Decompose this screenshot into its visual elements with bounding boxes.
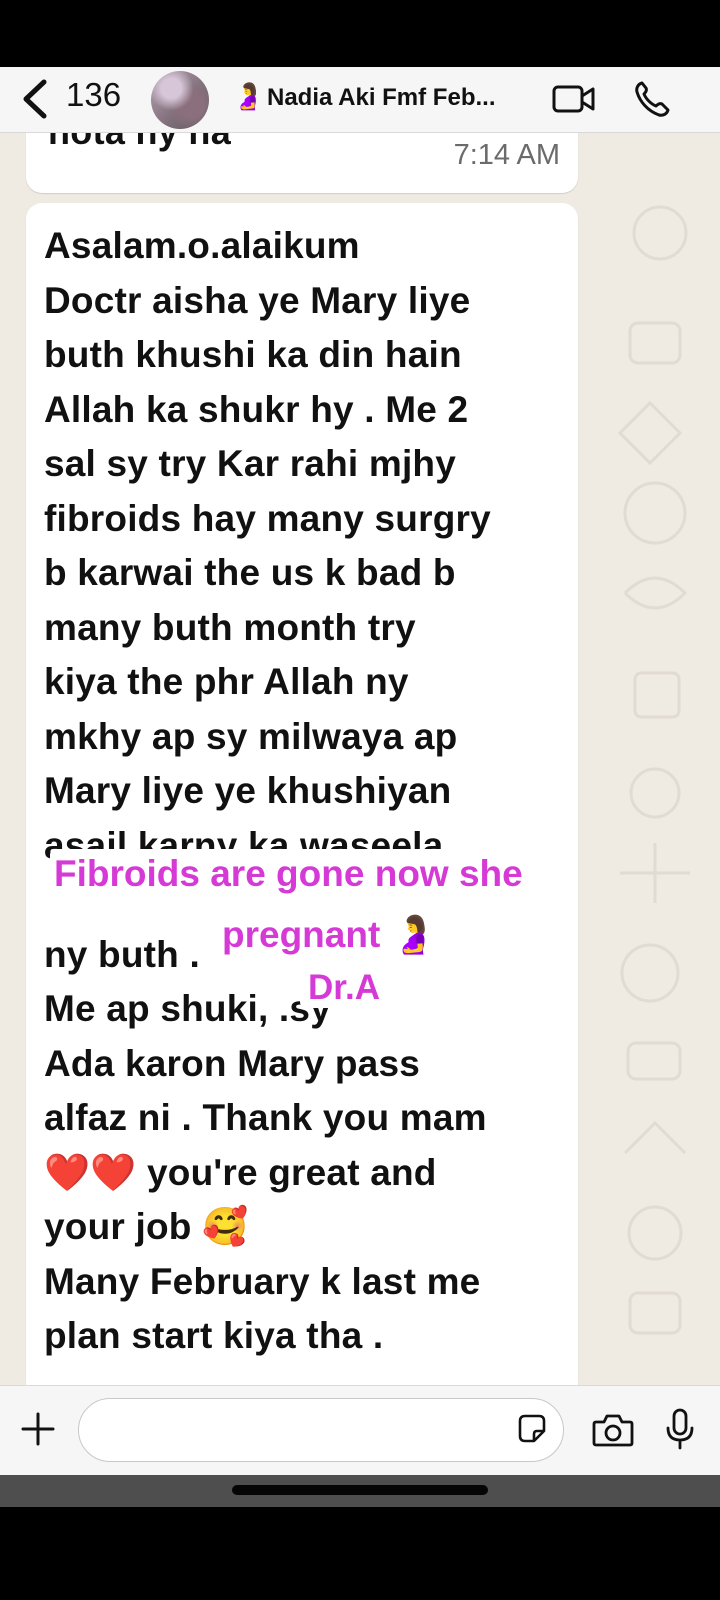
contact-name[interactable]: Nadia Aki Fmf Feb... [267,84,495,112]
phone-call-icon[interactable] [634,80,670,118]
back-chevron-icon[interactable] [20,79,50,119]
message-line: Allah ka shukr hy . Me 2 [44,388,469,430]
unread-count[interactable]: 136 [66,76,121,114]
message-line: mkhy ap sy milwaya ap [44,715,458,757]
message-line: sal sy try Kar rahi mjhy [44,443,456,484]
chat-area[interactable]: nota ny na 7:14 AM Asalam.o.alaikum Doct… [0,133,720,1385]
message-time: 7:14 AM [453,139,560,171]
overlay-signature: Dr.A [300,968,388,1008]
chat-header: 136 🤰 Nadia Aki Fmf Feb... [0,67,720,133]
message-line: fibroids hay many surgry [44,497,491,539]
bottom-frame [0,1507,720,1600]
plus-icon[interactable] [21,1412,55,1446]
avatar[interactable] [151,71,209,129]
message-line: Asalam.o.alaikum [44,225,360,266]
sticker-icon[interactable] [516,1413,548,1445]
message-line: b karwai the us k bad b [44,552,456,593]
overlay-caption-line1: Fibroids are gone now she [50,849,545,899]
message-line: Many February k last me [44,1260,481,1302]
message-input[interactable] [78,1398,564,1462]
message-line: Ada karon Mary pass [44,1042,421,1084]
message-line: ❤️❤️ you're great and [44,1151,437,1193]
message-line: buth khushi ka din hain [44,334,462,375]
microphone-icon[interactable] [665,1408,695,1450]
message-line: your job 🥰 [44,1206,249,1247]
video-call-icon[interactable] [552,84,596,114]
camera-icon[interactable] [592,1412,634,1448]
contact-emoji: 🤰 [232,81,265,111]
input-bar [0,1385,720,1475]
home-indicator[interactable] [232,1485,488,1495]
previous-message-bubble[interactable]: nota ny na 7:14 AM [26,133,578,193]
previous-message-text: nota ny na [48,133,231,153]
message-text: Asalam.o.alaikum Doctr aisha ye Mary liy… [44,219,491,1364]
wallpaper-doodles [617,205,690,1335]
message-line: Doctr aisha ye Mary liye [44,279,471,321]
message-line: Mary liye ye khushiyan [44,770,452,811]
message-line: plan start kiya tha . [44,1315,384,1356]
message-line: kiya the phr Allah ny [44,661,409,702]
message-bubble[interactable]: Asalam.o.alaikum Doctr aisha ye Mary liy… [26,203,578,1385]
status-bar [0,0,720,67]
message-line: alfaz ni . Thank you mam [44,1097,487,1138]
message-line: many buth month try [44,606,416,648]
overlay-caption-line2: pregnant 🤰 [212,912,447,959]
message-line: Me ap shuki, .sy [44,988,331,1029]
